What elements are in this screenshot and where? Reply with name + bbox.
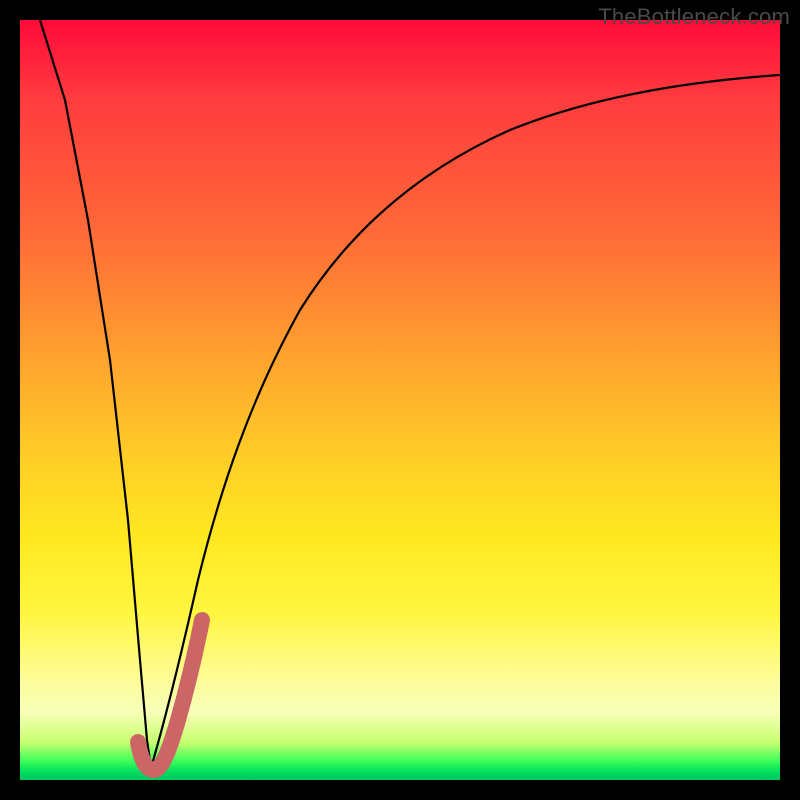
chart-frame: TheBottleneck.com [0,0,800,800]
watermark-text: TheBottleneck.com [598,4,790,30]
plot-area [20,20,780,780]
curve-left-branch [40,20,151,768]
curve-right-branch [151,75,780,768]
curves-layer [20,20,780,780]
